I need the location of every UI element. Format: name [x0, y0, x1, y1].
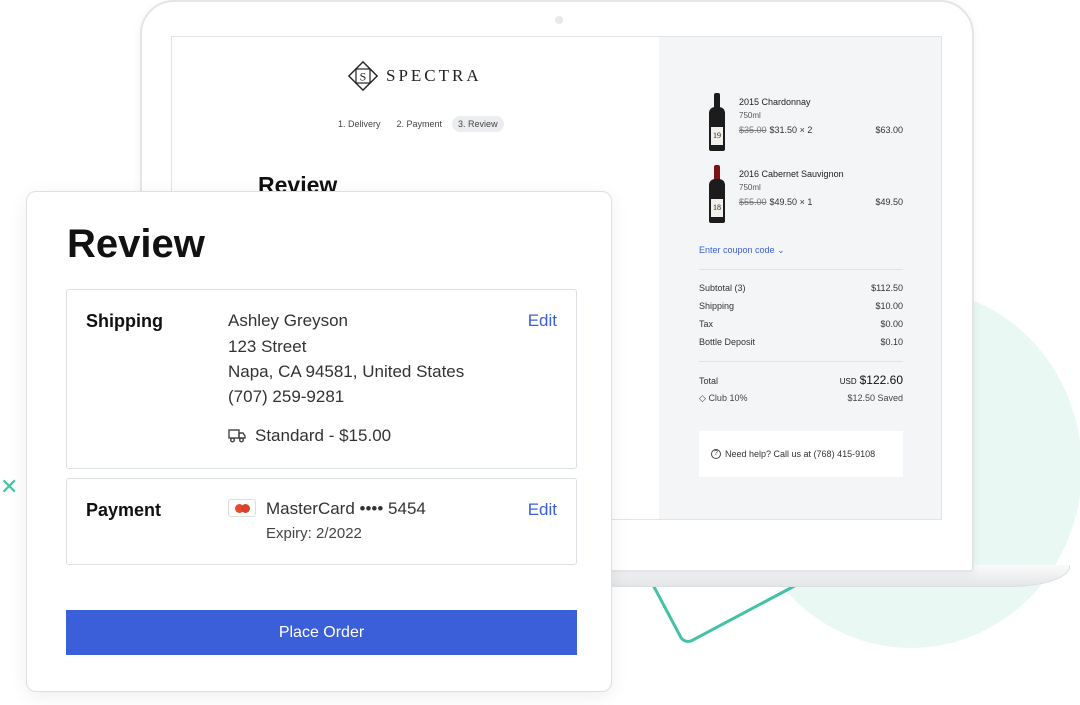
- shipping-street: 123 Street: [228, 337, 307, 356]
- item-quantity: × 2: [799, 125, 813, 135]
- review-title: Review: [67, 222, 205, 266]
- review-card: Review Shipping Edit Ashley Greyson 123 …: [26, 191, 612, 692]
- cart-item: 18 2016 Cabernet Sauvignon 750ml $55.00 $…: [699, 165, 903, 225]
- shipping-label: Shipping: [86, 311, 163, 331]
- step-delivery[interactable]: 1. Delivery: [332, 116, 387, 132]
- divider: [699, 269, 903, 270]
- laptop-camera: [555, 16, 563, 24]
- item-sale-price: $31.50: [769, 125, 798, 135]
- summary-row-total: Total USD $122.60: [699, 373, 903, 387]
- item-original-price: $35.00: [739, 125, 767, 135]
- payment-edit-button[interactable]: Edit: [528, 500, 557, 520]
- order-summary-panel: 19 2015 Chardonnay 750ml $35.00 $31.50 × …: [659, 37, 941, 519]
- item-name: 2015 Chardonnay: [739, 97, 811, 107]
- mastercard-icon: [228, 499, 256, 517]
- checkout-steps: 1. Delivery 2. Payment 3. Review: [332, 116, 508, 132]
- place-order-button[interactable]: Place Order: [66, 610, 577, 655]
- summary-row-club-discount: ◇ Club 10% $12.50 Saved: [699, 393, 903, 403]
- shipping-section: Shipping Edit Ashley Greyson 123 Street …: [66, 289, 577, 469]
- cart-item: 19 2015 Chardonnay 750ml $35.00 $31.50 × …: [699, 93, 903, 153]
- item-price: $35.00 $31.50 × 2: [739, 125, 812, 135]
- saved-amount: $12.50 Saved: [847, 393, 903, 403]
- divider: [699, 361, 903, 362]
- shipping-method: Standard - $15.00: [228, 426, 391, 446]
- chevron-down-icon: ⌄: [777, 245, 785, 255]
- card-number: MasterCard •••• 5454: [266, 499, 426, 518]
- help-text: Need help? Call us at (768) 415-9108: [725, 449, 876, 459]
- item-original-price: $55.00: [739, 197, 767, 207]
- svg-text:S: S: [360, 70, 367, 84]
- step-review[interactable]: 3. Review: [452, 116, 504, 132]
- brand-logo[interactable]: S SPECTRA: [348, 61, 482, 91]
- truck-icon: [228, 429, 246, 443]
- summary-row-bottle-deposit: Bottle Deposit $0.10: [699, 337, 903, 347]
- total-label: Total: [699, 376, 719, 386]
- item-volume: 750ml: [739, 111, 761, 120]
- item-name: 2016 Cabernet Sauvignon: [739, 169, 844, 179]
- help-icon: ?: [711, 449, 721, 459]
- shipping-name: Ashley Greyson: [228, 311, 348, 330]
- brand-name: SPECTRA: [386, 66, 482, 85]
- wine-bottle-icon: 19: [709, 93, 725, 151]
- item-volume: 750ml: [739, 183, 761, 192]
- shipping-edit-button[interactable]: Edit: [528, 311, 557, 331]
- payment-label: Payment: [86, 500, 162, 520]
- step-payment[interactable]: 2. Payment: [391, 116, 449, 132]
- summary-row-shipping: Shipping $10.00: [699, 301, 903, 311]
- summary-row-subtotal: Subtotal (3) $112.50: [699, 283, 903, 293]
- item-sale-price: $49.50: [769, 197, 798, 207]
- item-total: $49.50: [875, 197, 903, 207]
- help-box: ? Need help? Call us at (768) 415-9108: [699, 431, 903, 477]
- tag-icon: ◇: [699, 393, 706, 403]
- shipping-city: Napa, CA 94581, United States: [228, 362, 465, 381]
- wine-bottle-icon: 18: [709, 165, 725, 223]
- decorative-x-icon: ✕: [0, 475, 19, 500]
- item-quantity: × 1: [799, 197, 813, 207]
- shipping-method-text: Standard - $15.00: [255, 426, 392, 445]
- coupon-link[interactable]: Enter coupon code ⌄: [699, 245, 785, 256]
- brand-mark-icon: S: [348, 61, 378, 91]
- item-total: $63.00: [875, 125, 903, 135]
- shipping-phone: (707) 259-9281: [228, 387, 345, 406]
- summary-row-tax: Tax $0.00: [699, 319, 903, 329]
- currency-code: USD: [839, 377, 857, 386]
- payment-section: Payment Edit MasterCard •••• 5454 Expiry…: [66, 478, 577, 565]
- total-value: USD $122.60: [839, 373, 903, 387]
- card-expiry: Expiry: 2/2022: [266, 525, 362, 542]
- item-price: $55.00 $49.50 × 1: [739, 197, 812, 207]
